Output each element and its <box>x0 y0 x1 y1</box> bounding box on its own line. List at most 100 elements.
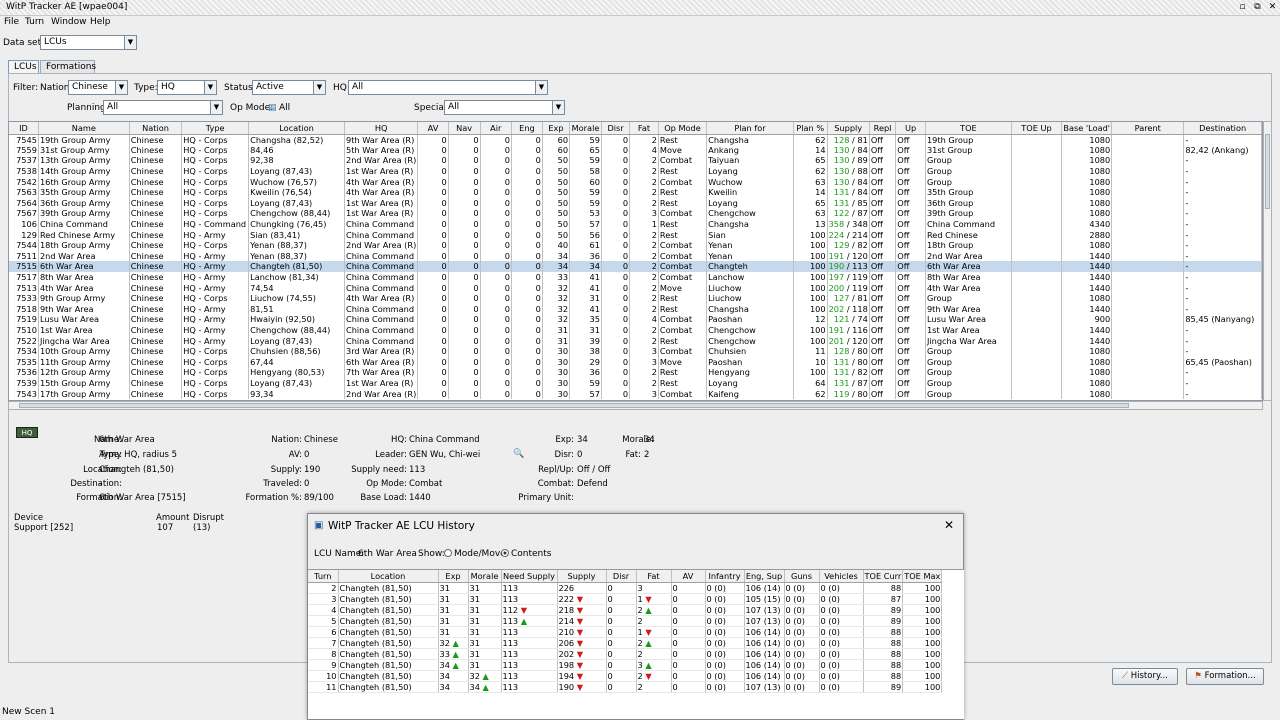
column-header[interactable]: Supply <box>827 122 870 135</box>
history-column-header[interactable]: Fat <box>636 570 672 583</box>
status-select[interactable]: Active ▼ <box>252 80 326 95</box>
column-header[interactable]: Fat <box>629 122 659 135</box>
type-select[interactable]: HQ ▼ <box>157 80 217 95</box>
history-column-header[interactable]: Vehicles <box>819 570 864 583</box>
history-column-header[interactable]: TOE Max <box>902 570 943 583</box>
history-column-header[interactable]: Infantry <box>705 570 745 583</box>
table-row[interactable]: 7535 11th Group Army Chinese HQ - Corps 67,4… <box>9 356 1262 368</box>
column-header[interactable]: HQ <box>344 122 419 135</box>
column-header[interactable]: Type <box>181 122 250 135</box>
table-row[interactable]: 7542 16th Group Army Chinese HQ - Corps Wuch… <box>9 176 1262 187</box>
history-column-header[interactable]: Turn <box>308 570 339 583</box>
table-row[interactable]: 7518 9th War Area Chinese HQ - Army 81,51 Chi… <box>9 303 1262 315</box>
history-column-header[interactable]: Eng, Sup <box>744 570 785 583</box>
table-row[interactable]: 106 China Command Chinese HQ - Command Chung… <box>9 218 1262 230</box>
nation-select[interactable]: Chinese ▼ <box>68 80 128 95</box>
history-column-header[interactable]: Exp <box>438 570 469 583</box>
history-column-header[interactable]: Morale <box>468 570 502 583</box>
table-cell: China Command <box>344 324 419 336</box>
planning-select[interactable]: All ▼ <box>103 100 223 115</box>
column-header[interactable]: Up <box>895 122 926 135</box>
history-column-header[interactable]: Disr <box>606 570 637 583</box>
history-value: 0 <box>607 659 613 670</box>
table-row[interactable]: 7517 8th War Area Chinese HQ - Army Lanchow … <box>9 271 1262 283</box>
formation-button[interactable]: ⚑ Formation... <box>1186 668 1264 685</box>
table-row[interactable]: 7536 12th Group Army Chinese HQ - Corps Heng… <box>9 367 1262 378</box>
column-header[interactable]: Name <box>38 122 130 135</box>
scroll-thumb[interactable] <box>19 403 1129 408</box>
menu-window[interactable]: Window <box>51 17 87 27</box>
table-row[interactable]: 7513 4th War Area Chinese HQ - Army 74,54 Chi… <box>9 282 1262 293</box>
table-row[interactable]: 7515 6th War Area Chinese HQ - Army Changteh… <box>9 261 1262 272</box>
history-column-header[interactable]: Guns <box>784 570 820 583</box>
table-cell: 0 <box>601 155 631 166</box>
table-row[interactable]: 129 Red Chinese Army Chinese HQ - Army Sian … <box>9 229 1262 240</box>
history-button[interactable]: ⟋ History... <box>1112 668 1178 685</box>
menu-turn[interactable]: Turn <box>25 17 44 27</box>
column-header[interactable]: Repl <box>869 122 897 135</box>
column-header[interactable]: Nation <box>129 122 183 135</box>
table-cell: China Command <box>925 218 1012 230</box>
column-header[interactable]: ID <box>9 122 39 135</box>
table-row[interactable]: 7533 9th Group Army Chinese HQ - Corps Liuch… <box>9 292 1262 304</box>
column-header[interactable]: Eng <box>511 122 543 135</box>
history-column-header[interactable]: Need Supply <box>501 570 558 583</box>
column-header[interactable]: Plan for <box>706 122 794 135</box>
table-row[interactable]: 7544 18th Group Army Chinese HQ - Corps Yena… <box>9 239 1262 251</box>
table-cell: 60 <box>542 144 571 156</box>
column-header[interactable]: Location <box>248 122 345 135</box>
table-row[interactable]: 7511 2nd War Area Chinese HQ - Army Yenan (8… <box>9 250 1262 262</box>
close-icon[interactable]: ✕ <box>1266 1 1279 14</box>
column-header[interactable]: Destination <box>1183 122 1262 135</box>
column-header[interactable]: Morale <box>569 122 602 135</box>
table-row[interactable]: 7559 31st Group Army Chinese HQ - Corps 84,4… <box>9 144 1262 156</box>
table-row[interactable]: 7564 36th Group Army Chinese HQ - Corps Loya… <box>9 197 1262 209</box>
menu-help[interactable]: Help <box>90 17 111 27</box>
filter-icon[interactable]: ▤ <box>268 103 277 113</box>
dataset-select[interactable]: LCUs ▼ <box>40 35 137 50</box>
table-cell: 50 <box>542 155 571 166</box>
column-header[interactable]: Plan % <box>793 122 828 135</box>
special-select[interactable]: All ▼ <box>444 100 565 115</box>
contents-radio[interactable]: Contents <box>501 549 551 559</box>
menu-file[interactable]: File <box>4 17 19 27</box>
tab-lcus[interactable]: LCUs <box>8 60 39 73</box>
table-row[interactable]: 7538 14th Group Army Chinese HQ - Corps Loya… <box>9 165 1262 177</box>
column-header[interactable]: TOE <box>925 122 1012 135</box>
table-horizontal-scrollbar[interactable] <box>8 401 1263 410</box>
history-value: 0 (0) <box>706 681 726 692</box>
table-row[interactable]: 7510 1st War Area Chinese HQ - Army Chengcho… <box>9 324 1262 336</box>
column-header[interactable]: Parent <box>1111 122 1185 135</box>
table-row[interactable]: 7545 19th Group Army Chinese HQ - Corps Chan… <box>9 134 1262 145</box>
column-header[interactable]: Air <box>480 122 513 135</box>
hq-select[interactable]: All ▼ <box>348 80 548 95</box>
table-row[interactable]: 7519 Lusu War Area Chinese HQ - Army Hwaiyin… <box>9 314 1262 325</box>
column-header[interactable]: Base 'Load' <box>1061 122 1113 135</box>
history-column-header[interactable]: Location <box>338 570 439 583</box>
table-vertical-scrollbar[interactable] <box>1263 121 1272 401</box>
table-row[interactable]: 7522 Jingcha War Area Chinese HQ - Army Loya… <box>9 335 1262 346</box>
minimize-icon[interactable]: ▫ <box>1236 1 1249 14</box>
history-column-header[interactable]: TOE Curr <box>863 570 904 583</box>
table-row[interactable]: 7567 39th Group Army Chinese HQ - Corps Chen… <box>9 208 1262 219</box>
opmode-value[interactable]: All <box>279 103 290 113</box>
tab-formations[interactable]: Formations <box>40 60 96 73</box>
history-column-header[interactable]: AV <box>671 570 706 583</box>
table-row[interactable]: 7537 13th Group Army Chinese HQ - Corps 92,3… <box>9 155 1262 166</box>
table-row[interactable]: 7563 35th Group Army Chinese HQ - Corps Kwei… <box>9 186 1262 198</box>
table-row[interactable]: 7534 10th Group Army Chinese HQ - Corps Chuh… <box>9 345 1262 357</box>
column-header[interactable]: Disr <box>601 122 631 135</box>
column-header[interactable]: Exp <box>542 122 571 135</box>
close-icon[interactable]: ✕ <box>944 518 954 532</box>
table-row[interactable]: 7539 15th Group Army Chinese HQ - Corps Loya… <box>9 377 1262 389</box>
table-cell: 0 <box>480 250 513 262</box>
mode-move-radio[interactable]: Mode/Move <box>444 549 506 559</box>
column-header[interactable]: Nav <box>448 122 481 135</box>
history-column-header[interactable]: Supply <box>557 570 607 583</box>
column-header[interactable]: TOE Up <box>1011 122 1063 135</box>
table-row[interactable]: 7543 17th Group Army Chinese HQ - Corps 93,3… <box>9 388 1262 399</box>
maximize-icon[interactable]: ⧉ <box>1251 1 1264 14</box>
scroll-thumb[interactable] <box>1265 134 1270 209</box>
column-header[interactable]: Op Mode <box>658 122 708 135</box>
column-header[interactable]: AV <box>417 122 449 135</box>
